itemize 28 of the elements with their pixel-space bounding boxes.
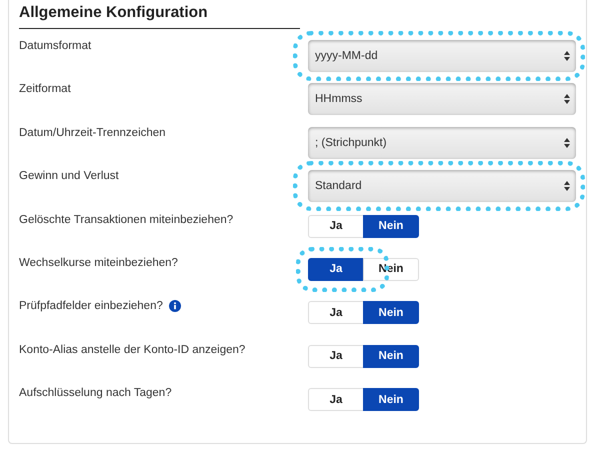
toggle-option[interactable]: Ja	[308, 301, 364, 324]
toggle-option[interactable]: Ja	[308, 258, 364, 281]
dropdown-select[interactable]: yyyy-MM-dd	[308, 40, 576, 72]
setting-label: Konto-Alias anstelle der Konto-ID anzeigen?	[19, 344, 246, 356]
setting-label: Datum/Uhrzeit-Trennzeichen	[19, 126, 166, 139]
setting-label: Prüfpfadfelder einbeziehen?	[19, 300, 163, 312]
toggle-option[interactable]: Ja	[308, 344, 364, 368]
toggle-option[interactable]: Nein	[363, 214, 419, 238]
info-icon[interactable]	[168, 300, 181, 312]
updown-caret-icon	[564, 138, 570, 148]
dropdown-select[interactable]: HHmmss	[308, 83, 576, 116]
updown-caret-icon	[564, 51, 570, 61]
toggle-option[interactable]: Nein	[363, 301, 419, 324]
toggle-option[interactable]: Ja	[308, 388, 364, 412]
toggle-option[interactable]: Ja	[308, 214, 364, 238]
setting-label: Wechselkurse miteinbeziehen?	[19, 256, 178, 269]
updown-caret-icon	[564, 181, 570, 192]
dropdown-select[interactable]: Standard	[308, 170, 576, 202]
setting-label: Aufschlüsselung nach Tagen?	[19, 387, 172, 400]
setting-label: Zeitformat	[19, 83, 71, 96]
setting-label: Gewinn und Verlust	[19, 170, 119, 182]
setting-label: Gelöschte Transaktionen miteinbeziehen?	[19, 214, 234, 226]
dropdown-select[interactable]: ; (Strichpunkt)	[308, 126, 576, 159]
toggle-option[interactable]: Nein	[363, 388, 419, 412]
updown-caret-icon	[564, 94, 570, 104]
setting-label: Datumsformat	[19, 40, 92, 52]
section-title: Allgemeine Konfiguration	[19, 4, 208, 23]
toggle-option[interactable]: Nein	[363, 344, 419, 368]
